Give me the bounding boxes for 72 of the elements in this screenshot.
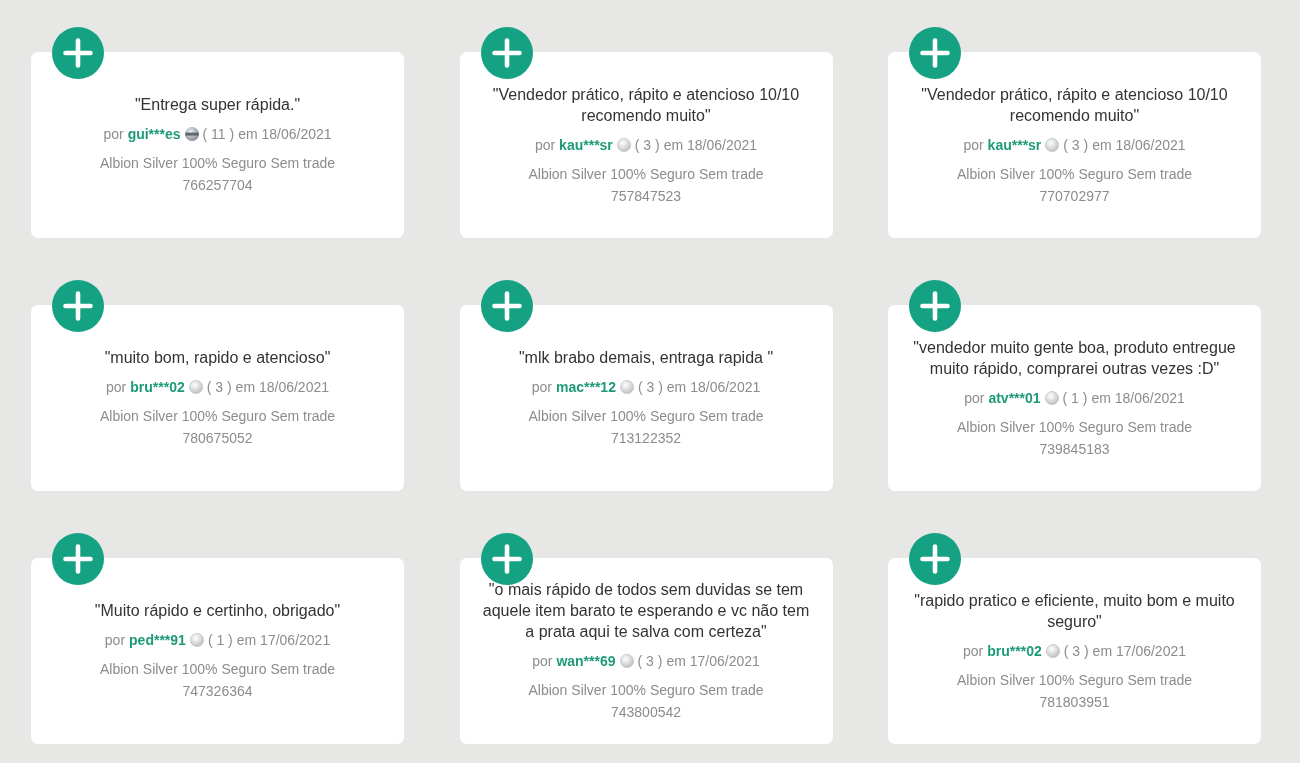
- product-name: Albion Silver 100% Seguro Sem trade: [100, 407, 335, 426]
- order-number: 757847523: [610, 186, 682, 206]
- byline-label: por: [963, 641, 984, 661]
- review-quote: "rapido pratico e eficiente, muito bom e muito seguro": [913, 590, 1236, 632]
- byline-label: por: [103, 125, 124, 144]
- product-name: Albion Silver 100% Seguro Sem trade: [957, 164, 1192, 184]
- review-quote: "vendedor muito gente boa, produto entregue muito rápido, comprarei outras vezes :D": [912, 337, 1237, 379]
- rating-count: ( 3 ): [1063, 641, 1089, 661]
- author-link[interactable]: kau***sr: [987, 134, 1042, 155]
- review-date: em 17/06/2021: [1092, 641, 1186, 661]
- review-quote: "muito bom, rapido e atencioso": [104, 348, 331, 368]
- byline-label: por: [104, 631, 126, 650]
- byline-label: por: [106, 378, 127, 397]
- rating-count: ( 3 ): [206, 378, 232, 397]
- order-number: 766257704: [182, 176, 253, 195]
- product-name: Albion Silver 100% Seguro Sem trade: [100, 660, 335, 679]
- ball-icon: [1045, 643, 1060, 658]
- rating-count: ( 1 ): [1062, 388, 1088, 408]
- product-name: Albion Silver 100% Seguro Sem trade: [528, 681, 764, 700]
- rating-count: ( 3 ): [637, 378, 663, 397]
- review-date: em 18/06/2021: [238, 125, 332, 144]
- author-link[interactable]: gui***es: [127, 124, 181, 144]
- order-number: 747326364: [182, 682, 253, 701]
- order-number: 743800542: [610, 703, 682, 722]
- author-link[interactable]: ped***91: [129, 630, 186, 650]
- review-date: em 18/06/2021: [235, 378, 329, 397]
- byline-label: por: [531, 378, 552, 397]
- review-quote: "Entrega super rápida.": [134, 95, 301, 115]
- author-link[interactable]: mac***12: [556, 377, 616, 397]
- rating-count: ( 3 ): [634, 135, 660, 155]
- rating-count: ( 3 ): [1063, 135, 1089, 155]
- review-date: em 18/06/2021: [1091, 388, 1185, 408]
- byline-label: por: [964, 388, 985, 408]
- rating-count: ( 1 ): [207, 631, 233, 650]
- review-date: em 18/06/2021: [663, 135, 758, 155]
- review-quote: "mlk brabo demais, entraga rapida ": [518, 348, 774, 368]
- author-link[interactable]: bru***02: [987, 640, 1042, 661]
- review-quote: "Vendedor prático, rápito e atencioso 10/10 recomendo muito": [920, 84, 1229, 126]
- author-link[interactable]: bru***02: [130, 377, 185, 397]
- ball-icon: [188, 380, 203, 394]
- order-number: 739845183: [1039, 439, 1110, 459]
- order-number: 770702977: [1039, 186, 1110, 206]
- author-link[interactable]: wan***69: [556, 651, 616, 671]
- product-name: Albion Silver 100% Seguro Sem trade: [100, 154, 335, 173]
- order-number: 781803951: [1039, 692, 1110, 712]
- ball-icon: [616, 137, 631, 152]
- rating-count: ( 3 ): [637, 652, 663, 671]
- striped-ball-icon: [184, 127, 199, 141]
- review-date: em 17/06/2021: [666, 652, 760, 671]
- review-date: em 18/06/2021: [666, 378, 761, 397]
- ball-icon: [189, 633, 204, 647]
- product-name: Albion Silver 100% Seguro Sem trade: [957, 417, 1192, 437]
- order-number: 780675052: [182, 429, 253, 448]
- review-quote: "Vendedor prático, rápito e atencioso 10/10 recomendo muito": [491, 84, 801, 126]
- ball-icon: [619, 380, 634, 394]
- review-quote: "Muito rápido e certinho, obrigado": [94, 601, 341, 621]
- review-quote: "o mais rápido de todos sem duvidas se tem aquele item barato te esperando e vc não tem a prata aqui te salva com certeza": [481, 580, 811, 642]
- product-name: Albion Silver 100% Seguro Sem trade: [528, 407, 764, 426]
- product-name: Albion Silver 100% Seguro Sem trade: [528, 164, 764, 184]
- ball-icon: [1045, 137, 1060, 152]
- author-link[interactable]: atv***01: [988, 387, 1041, 408]
- byline-label: por: [532, 652, 553, 671]
- order-number: 713122352: [610, 429, 682, 448]
- review-date: em 18/06/2021: [1092, 135, 1186, 155]
- author-link[interactable]: kau***sr: [559, 134, 613, 155]
- ball-icon: [619, 654, 634, 668]
- byline-label: por: [963, 135, 984, 155]
- rating-count: ( 11 ): [202, 125, 235, 144]
- byline-label: por: [534, 135, 556, 155]
- ball-icon: [1044, 390, 1059, 405]
- review-date: em 17/06/2021: [236, 631, 331, 650]
- product-name: Albion Silver 100% Seguro Sem trade: [957, 670, 1192, 690]
